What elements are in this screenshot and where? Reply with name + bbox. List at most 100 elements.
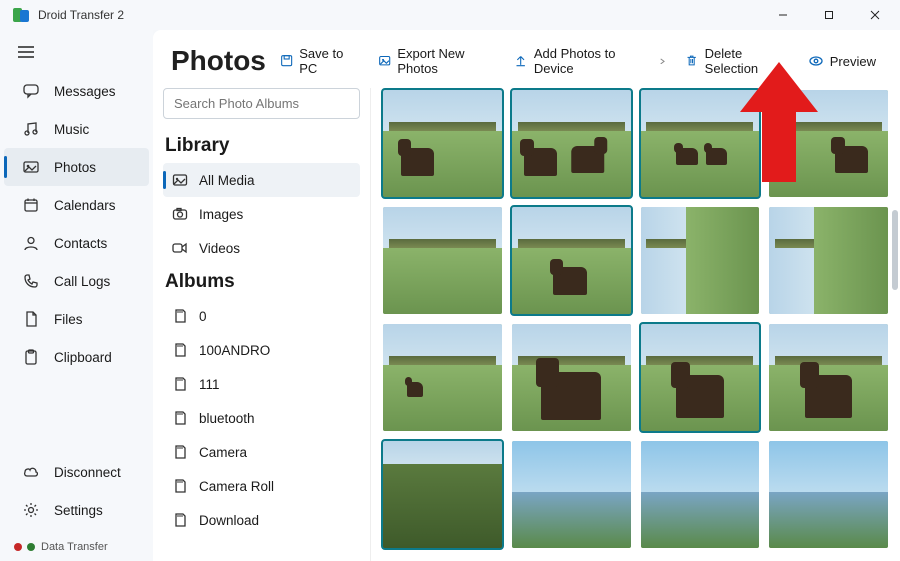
photo-thumbnail[interactable] xyxy=(512,207,631,314)
scrollbar-thumb[interactable] xyxy=(892,210,898,290)
music-icon xyxy=(22,120,40,138)
save-icon xyxy=(280,53,293,69)
library-header: Library xyxy=(163,129,360,163)
toolbar: Photos Save to PC Export New Photos Add … xyxy=(153,30,900,88)
album-item-label: Camera xyxy=(199,445,247,460)
video-icon xyxy=(171,239,189,257)
status-line: Data Transfer xyxy=(0,533,153,561)
close-button[interactable] xyxy=(852,0,898,30)
album-item[interactable]: Camera Roll xyxy=(163,469,360,503)
nav-item-call-logs[interactable]: Call Logs xyxy=(4,262,149,300)
search-input[interactable] xyxy=(163,88,360,119)
nav-item-files[interactable]: Files xyxy=(4,300,149,338)
cloud-icon xyxy=(22,463,40,481)
chat-icon xyxy=(22,82,40,100)
nav-item-label: Contacts xyxy=(54,236,107,251)
library-item-images[interactable]: Images xyxy=(163,197,360,231)
window-controls xyxy=(760,0,898,30)
nav-item-label: Calendars xyxy=(54,198,116,213)
export-new-photos-button[interactable]: Export New Photos xyxy=(368,40,500,82)
photo-thumbnail[interactable] xyxy=(769,441,888,548)
photo-grid-wrap[interactable] xyxy=(371,88,900,561)
nav-item-label: Messages xyxy=(54,84,116,99)
upload-icon xyxy=(514,53,527,69)
nav-item-contacts[interactable]: Contacts xyxy=(4,224,149,262)
photo-thumbnail[interactable] xyxy=(769,90,888,197)
album-item-label: 0 xyxy=(199,309,207,324)
photo-thumbnail[interactable] xyxy=(512,324,631,431)
photo-thumbnail[interactable] xyxy=(641,90,760,197)
nav-item-label: Music xyxy=(54,122,89,137)
album-item-label: 100ANDRO xyxy=(199,343,270,358)
maximize-button[interactable] xyxy=(806,0,852,30)
minimize-button[interactable] xyxy=(760,0,806,30)
nav-item-label: Files xyxy=(54,312,83,327)
clipboard-icon xyxy=(22,348,40,366)
export-icon xyxy=(378,53,391,69)
preview-button[interactable]: Preview xyxy=(798,47,886,75)
nav-item-settings[interactable]: Settings xyxy=(4,491,149,529)
app-icon xyxy=(12,6,30,24)
albums-header: Albums xyxy=(163,265,360,299)
photo-thumbnail[interactable] xyxy=(383,207,502,314)
status-dot-green xyxy=(27,543,35,551)
album-item[interactable]: Download xyxy=(163,503,360,537)
save-label: Save to PC xyxy=(299,46,354,76)
contact-icon xyxy=(22,234,40,252)
photo-thumbnail[interactable] xyxy=(383,441,502,548)
delete-selection-button[interactable]: Delete Selection xyxy=(675,40,793,82)
chevron-right-icon xyxy=(659,57,666,65)
photo-thumbnail[interactable] xyxy=(512,90,631,197)
nav-item-label: Settings xyxy=(54,503,103,518)
photo-thumbnail[interactable] xyxy=(383,324,502,431)
status-text: Data Transfer xyxy=(41,541,108,553)
preview-label: Preview xyxy=(830,54,876,69)
photo-thumbnail[interactable] xyxy=(769,324,888,431)
nav-item-calendars[interactable]: Calendars xyxy=(4,186,149,224)
hamburger-button[interactable] xyxy=(0,36,153,68)
gallery-icon xyxy=(171,171,189,189)
nav-item-photos[interactable]: Photos xyxy=(4,148,149,186)
photo-thumbnail[interactable] xyxy=(641,441,760,548)
nav-item-messages[interactable]: Messages xyxy=(4,72,149,110)
library-item-all-media[interactable]: All Media xyxy=(163,163,360,197)
sd-icon xyxy=(171,307,189,325)
album-item[interactable]: bluetooth xyxy=(163,401,360,435)
nav-item-label: Call Logs xyxy=(54,274,110,289)
nav-item-label: Disconnect xyxy=(54,465,121,480)
album-item-label: Download xyxy=(199,513,259,528)
album-item-label: 111 xyxy=(199,377,220,392)
nav-item-label: Photos xyxy=(54,160,96,175)
album-item[interactable]: Camera xyxy=(163,435,360,469)
save-to-pc-button[interactable]: Save to PC xyxy=(270,40,364,82)
content-area: Photos Save to PC Export New Photos Add … xyxy=(153,30,900,561)
album-item[interactable]: 0 xyxy=(163,299,360,333)
photo-thumbnail[interactable] xyxy=(512,441,631,548)
sd-icon xyxy=(171,477,189,495)
nav-item-disconnect[interactable]: Disconnect xyxy=(4,453,149,491)
titlebar: Droid Transfer 2 xyxy=(0,0,900,30)
photo-thumbnail[interactable] xyxy=(641,324,760,431)
nav-item-music[interactable]: Music xyxy=(4,110,149,148)
photo-icon xyxy=(22,158,40,176)
sd-icon xyxy=(171,341,189,359)
photo-thumbnail[interactable] xyxy=(641,207,760,314)
eye-icon xyxy=(808,53,824,69)
calendar-icon xyxy=(22,196,40,214)
album-item[interactable]: 100ANDRO xyxy=(163,333,360,367)
page-title: Photos xyxy=(171,45,266,77)
left-nav: Messages Music Photos Calendars Contacts Call… xyxy=(0,30,153,561)
nav-item-clipboard[interactable]: Clipboard xyxy=(4,338,149,376)
library-item-videos[interactable]: Videos xyxy=(163,231,360,265)
album-item-label: Camera Roll xyxy=(199,479,274,494)
nav-item-label: Clipboard xyxy=(54,350,112,365)
album-sidebar: Library All MediaImagesVideos Albums 0 10… xyxy=(153,88,371,561)
sd-icon xyxy=(171,443,189,461)
sd-icon xyxy=(171,375,189,393)
file-icon xyxy=(22,310,40,328)
add-photos-button[interactable]: Add Photos to Device xyxy=(504,40,648,82)
photo-thumbnail[interactable] xyxy=(383,90,502,197)
album-item-label: bluetooth xyxy=(199,411,255,426)
photo-thumbnail[interactable] xyxy=(769,207,888,314)
album-item[interactable]: 111 xyxy=(163,367,360,401)
